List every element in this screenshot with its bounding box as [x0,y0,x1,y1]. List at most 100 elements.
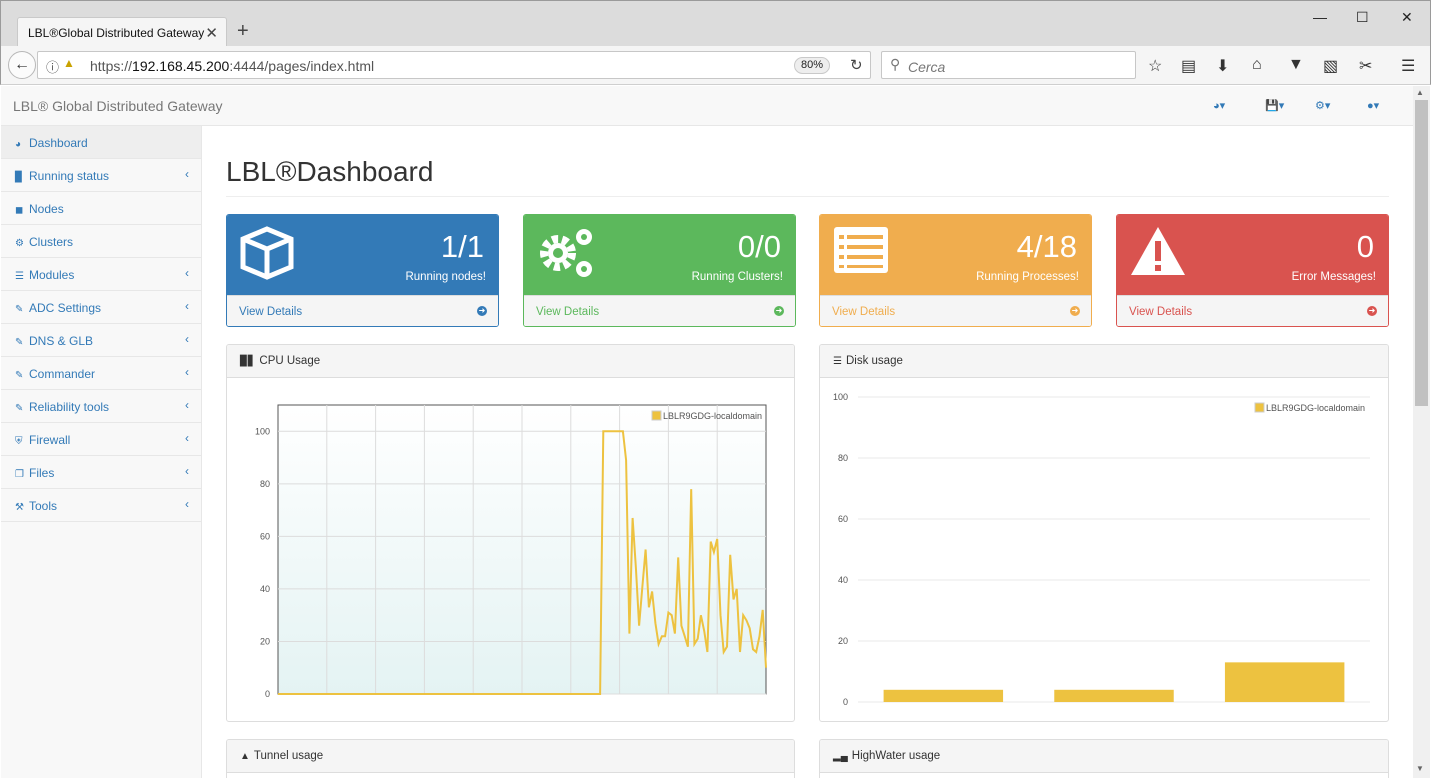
stat-label: Running nodes! [405,271,486,283]
y-tick-label: 100 [255,426,270,436]
y-tick-label: 0 [265,689,270,699]
minimize-icon[interactable]: — [1313,9,1327,25]
chart-legend: LBLR9GDG-localdomain [1254,402,1365,413]
window-close-icon[interactable]: ✕ [1401,9,1413,26]
stat-card: 1/1 Running nodes! View Details ➜ [226,214,499,327]
stat-card-header: 0 Error Messages! [1117,215,1388,295]
home-icon[interactable]: ⌂ [1252,56,1262,74]
stat-value: 4/18 [1016,229,1077,264]
view-details-link[interactable]: View Details ➜ [1117,295,1388,326]
sidebar-item-label: Dashboard [29,136,88,150]
panel-title: CPU Usage [259,355,321,367]
user-menu-icon[interactable]: ●▾ [1367,99,1379,112]
panel-heading: ▂▄ HighWater usage [820,740,1388,773]
zoom-indicator[interactable]: 80% [794,57,831,74]
search-input[interactable]: ⚲ Cerca [881,51,1136,79]
database-icon: ☰ [833,356,842,367]
sidebar-item-tools[interactable]: ⚒ Tools ‹ [1,489,201,522]
sidebar-item-commander[interactable]: ✎ Commander ‹ [1,357,201,390]
sidebar-item-label: Running status [29,169,110,183]
sidebar-item-modules[interactable]: ☰ Modules ‹ [1,258,201,291]
view-details-link[interactable]: View Details ➜ [820,295,1091,326]
sidebar-item-clusters[interactable]: ⚙ Clusters [1,225,201,258]
stat-value: 1/1 [440,229,484,264]
extension-icon[interactable]: ▧ [1323,56,1338,76]
stat-label: Running Clusters! [691,271,783,283]
list-alt-icon [832,225,890,278]
scroll-thumb[interactable] [1415,100,1428,406]
tab-close-icon[interactable]: ✕ [205,24,218,42]
sidebar-item-label: Files [29,466,55,480]
maximize-icon[interactable]: ☐ [1356,9,1369,26]
view-details-label[interactable]: View Details [832,306,895,318]
view-details-link[interactable]: View Details ➜ [524,295,795,326]
save-menu-icon[interactable]: 💾▾ [1265,99,1284,112]
reload-icon[interactable]: ↻ [850,56,863,74]
arrow-circle-right-icon[interactable]: ➜ [1367,306,1377,316]
sidebar-item-nodes[interactable]: ◼ Nodes [1,192,201,225]
panel-title: Disk usage [845,355,903,367]
scroll-down-icon[interactable]: ▼ [1416,764,1424,773]
arrow-circle-right-icon[interactable]: ➜ [774,306,784,316]
warning-icon [1129,225,1187,280]
sidebar-item-label: Modules [29,268,75,282]
arrow-circle-right-icon[interactable]: ➜ [1070,306,1080,316]
page-scrollbar[interactable]: ▲ ▼ [1413,86,1430,778]
sidebar-item-reliability-tools[interactable]: ✎ Reliability tools ‹ [1,390,201,423]
sidebar-item-label: Reliability tools [29,400,110,414]
back-button[interactable]: ← [8,51,36,79]
cube-icon: ◼ [15,205,24,216]
pocket-icon[interactable]: ▼ [1288,56,1304,74]
brand[interactable]: LBL® Global Distributed Gateway [13,98,223,114]
cube-icon [239,225,295,284]
new-tab-button[interactable]: + [237,20,249,43]
sidebar-item-adc-settings[interactable]: ✎ ADC Settings ‹ [1,291,201,324]
sidebar-item-label: Clusters [29,235,74,249]
edit-icon: ✎ [15,337,24,348]
reading-list-icon[interactable]: ▤ [1181,56,1196,76]
legend-label: LBLR9GDG-localdomain [1266,403,1365,413]
url-bar[interactable]: ⓘ ▲ https://192.168.45.200:4444/pages/in… [37,51,871,79]
view-details-link[interactable]: View Details ➜ [227,295,498,326]
download-icon[interactable]: ⬇ [1216,56,1229,76]
insecure-lock-icon[interactable]: ▲ [63,56,75,70]
cogs-icon [536,225,600,284]
sidebar-item-files[interactable]: ❐ Files ‹ [1,456,201,489]
sidebar-item-running-status[interactable]: ▉ Running status ‹ [1,159,201,192]
info-icon[interactable]: ⓘ [46,57,59,76]
page-title: LBL®Dashboard [226,156,434,187]
sidebar-item-label: Firewall [29,433,71,447]
sidebar-item-dashboard[interactable]: ◕ Dashboard [1,126,201,159]
stat-card-header: 4/18 Running Processes! [820,215,1091,295]
bookmark-star-icon[interactable]: ☆ [1148,56,1162,76]
y-tick-label: 60 [838,514,848,524]
disk-chart: 0 20 40 60 80 100 LBLR9GDG-localdomain [833,392,1370,707]
settings-menu-icon[interactable]: ⚙▾ [1315,99,1330,112]
sidebar-item-dns-glb[interactable]: ✎ DNS & GLB ‹ [1,324,201,357]
scroll-up-icon[interactable]: ▲ [1416,88,1424,97]
url-text[interactable]: https://192.168.45.200:4444/pages/index.… [90,58,374,74]
sidebar-item-label: ADC Settings [29,301,102,315]
edit-icon: ✎ [15,304,24,315]
arrow-circle-right-icon[interactable]: ➜ [477,306,487,316]
y-tick-label: 20 [838,636,848,646]
chevron-left-icon: ‹ [185,266,189,280]
panel-heading: ▉▋ CPU Usage [227,345,794,378]
y-tick-label: 40 [838,575,848,585]
browser-tab[interactable]: LBL®Global Distributed Gateway ✕ [17,17,227,47]
y-tick-label: 80 [838,453,848,463]
stat-card-header: 0/0 Running Clusters! [524,215,795,295]
stat-label: Running Processes! [976,271,1079,283]
view-details-label[interactable]: View Details [239,306,302,318]
screenshot-icon[interactable]: ✂ [1359,56,1372,76]
y-tick-label: 0 [843,697,848,707]
sidebar-item-firewall[interactable]: ⛨ Firewall ‹ [1,423,201,456]
panel-heading: ▲ Tunnel usage [227,740,794,773]
menu-icon[interactable]: ☰ [1401,56,1415,76]
view-details-label[interactable]: View Details [1129,306,1192,318]
view-details-label[interactable]: View Details [536,306,599,318]
tab-title: LBL®Global Distributed Gateway [28,26,205,40]
dashboard-menu-icon[interactable]: ◕▾ [1213,99,1225,112]
stat-value: 0/0 [737,229,781,264]
y-tick-label: 60 [260,531,270,541]
